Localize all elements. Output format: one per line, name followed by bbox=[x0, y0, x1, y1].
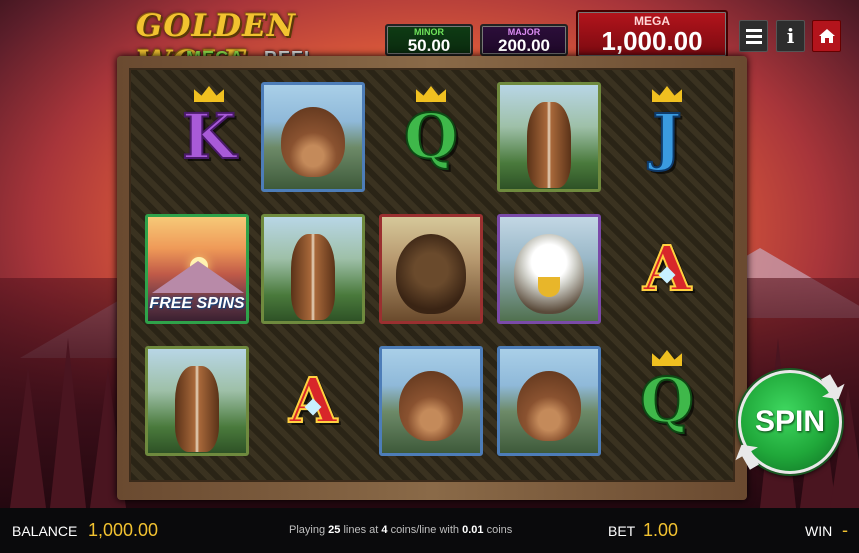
home-icon bbox=[818, 29, 835, 43]
symbol-k: K bbox=[181, 100, 237, 173]
symbol-q: Q bbox=[403, 100, 459, 173]
bear-icon bbox=[281, 107, 345, 178]
horse-icon bbox=[291, 234, 335, 321]
reel-cell-r1c4 bbox=[497, 82, 601, 192]
symbol-bear bbox=[497, 346, 601, 456]
reel-cell-r2c2 bbox=[261, 214, 365, 324]
reel-cell-r2c1: FREE SPINS bbox=[145, 214, 249, 324]
symbol-q: Q bbox=[639, 364, 695, 437]
jackpot-major: MAJOR 200.00 bbox=[480, 24, 568, 56]
jackpot-minor: MINOR 50.00 bbox=[385, 24, 473, 56]
symbol-bison bbox=[379, 214, 483, 324]
lines-info: Playing 25 lines at 4 coins/line with 0.… bbox=[289, 524, 513, 536]
horse-icon bbox=[527, 102, 571, 189]
lines-count: 25 bbox=[328, 524, 341, 536]
bet-value[interactable]: 1.00 bbox=[643, 520, 678, 541]
reel-frame: K Q J FREE SPINS Q bbox=[117, 56, 747, 500]
spin-label: SPIN bbox=[754, 405, 826, 438]
reel-cell-r1c1: K bbox=[157, 82, 261, 192]
reel-cell-r3c2: A bbox=[261, 346, 365, 456]
symbol-horse bbox=[497, 82, 601, 192]
spin-button[interactable]: SPIN bbox=[738, 370, 842, 474]
bet-label: BET bbox=[608, 523, 636, 539]
symbol-eagle bbox=[497, 214, 601, 324]
info-button[interactable]: i bbox=[776, 20, 805, 52]
reel-cell-r1c2 bbox=[261, 82, 365, 192]
reel-cell-r2c4 bbox=[497, 214, 601, 324]
reel-cell-r3c5: Q bbox=[615, 346, 719, 456]
win-label: WIN bbox=[805, 523, 833, 539]
balance-value: 1,000.00 bbox=[88, 520, 159, 540]
reel-cell-r3c3 bbox=[379, 346, 483, 456]
mountain-icon bbox=[152, 261, 244, 293]
reel-cell-r2c3 bbox=[379, 214, 483, 324]
reel-cell-r3c4 bbox=[497, 346, 601, 456]
symbol-free-spins: FREE SPINS bbox=[145, 214, 249, 324]
menu-button[interactable] bbox=[739, 20, 768, 52]
balance-label: BALANCE bbox=[12, 523, 78, 539]
symbol-bear bbox=[261, 82, 365, 192]
jackpot-minor-value: 50.00 bbox=[407, 36, 451, 55]
symbol-bear bbox=[379, 346, 483, 456]
reel-cell-r1c3: Q bbox=[379, 82, 483, 192]
win-value: - bbox=[842, 520, 848, 540]
home-button[interactable] bbox=[812, 20, 841, 52]
info-icon: i bbox=[786, 24, 795, 48]
reel-grid: K Q J FREE SPINS Q bbox=[129, 68, 735, 482]
bear-icon bbox=[399, 371, 463, 442]
jackpot-mega: MEGA 1,000.00 bbox=[576, 10, 728, 58]
bottom-bar: BALANCE 1,000.00 Playing 25 lines at 4 c… bbox=[0, 508, 859, 553]
reel-cell-r1c5: J bbox=[615, 82, 719, 192]
horse-icon bbox=[175, 366, 219, 453]
reel-cell-r3c1 bbox=[145, 346, 249, 456]
coin-value: 0.01 bbox=[462, 524, 484, 536]
free-spins-label: FREE SPINS bbox=[149, 295, 245, 312]
jackpot-major-value: 200.00 bbox=[498, 36, 550, 55]
bear-icon bbox=[517, 371, 581, 442]
bison-icon bbox=[396, 234, 466, 315]
symbol-horse bbox=[145, 346, 249, 456]
eagle-icon bbox=[514, 234, 584, 315]
hamburger-icon bbox=[745, 26, 762, 47]
jackpot-mega-value: 1,000.00 bbox=[601, 26, 703, 56]
symbol-j: J bbox=[651, 100, 682, 173]
symbol-horse bbox=[261, 214, 365, 324]
reel-cell-r2c5: A bbox=[615, 214, 719, 324]
coins-per-line: 4 bbox=[381, 524, 388, 536]
